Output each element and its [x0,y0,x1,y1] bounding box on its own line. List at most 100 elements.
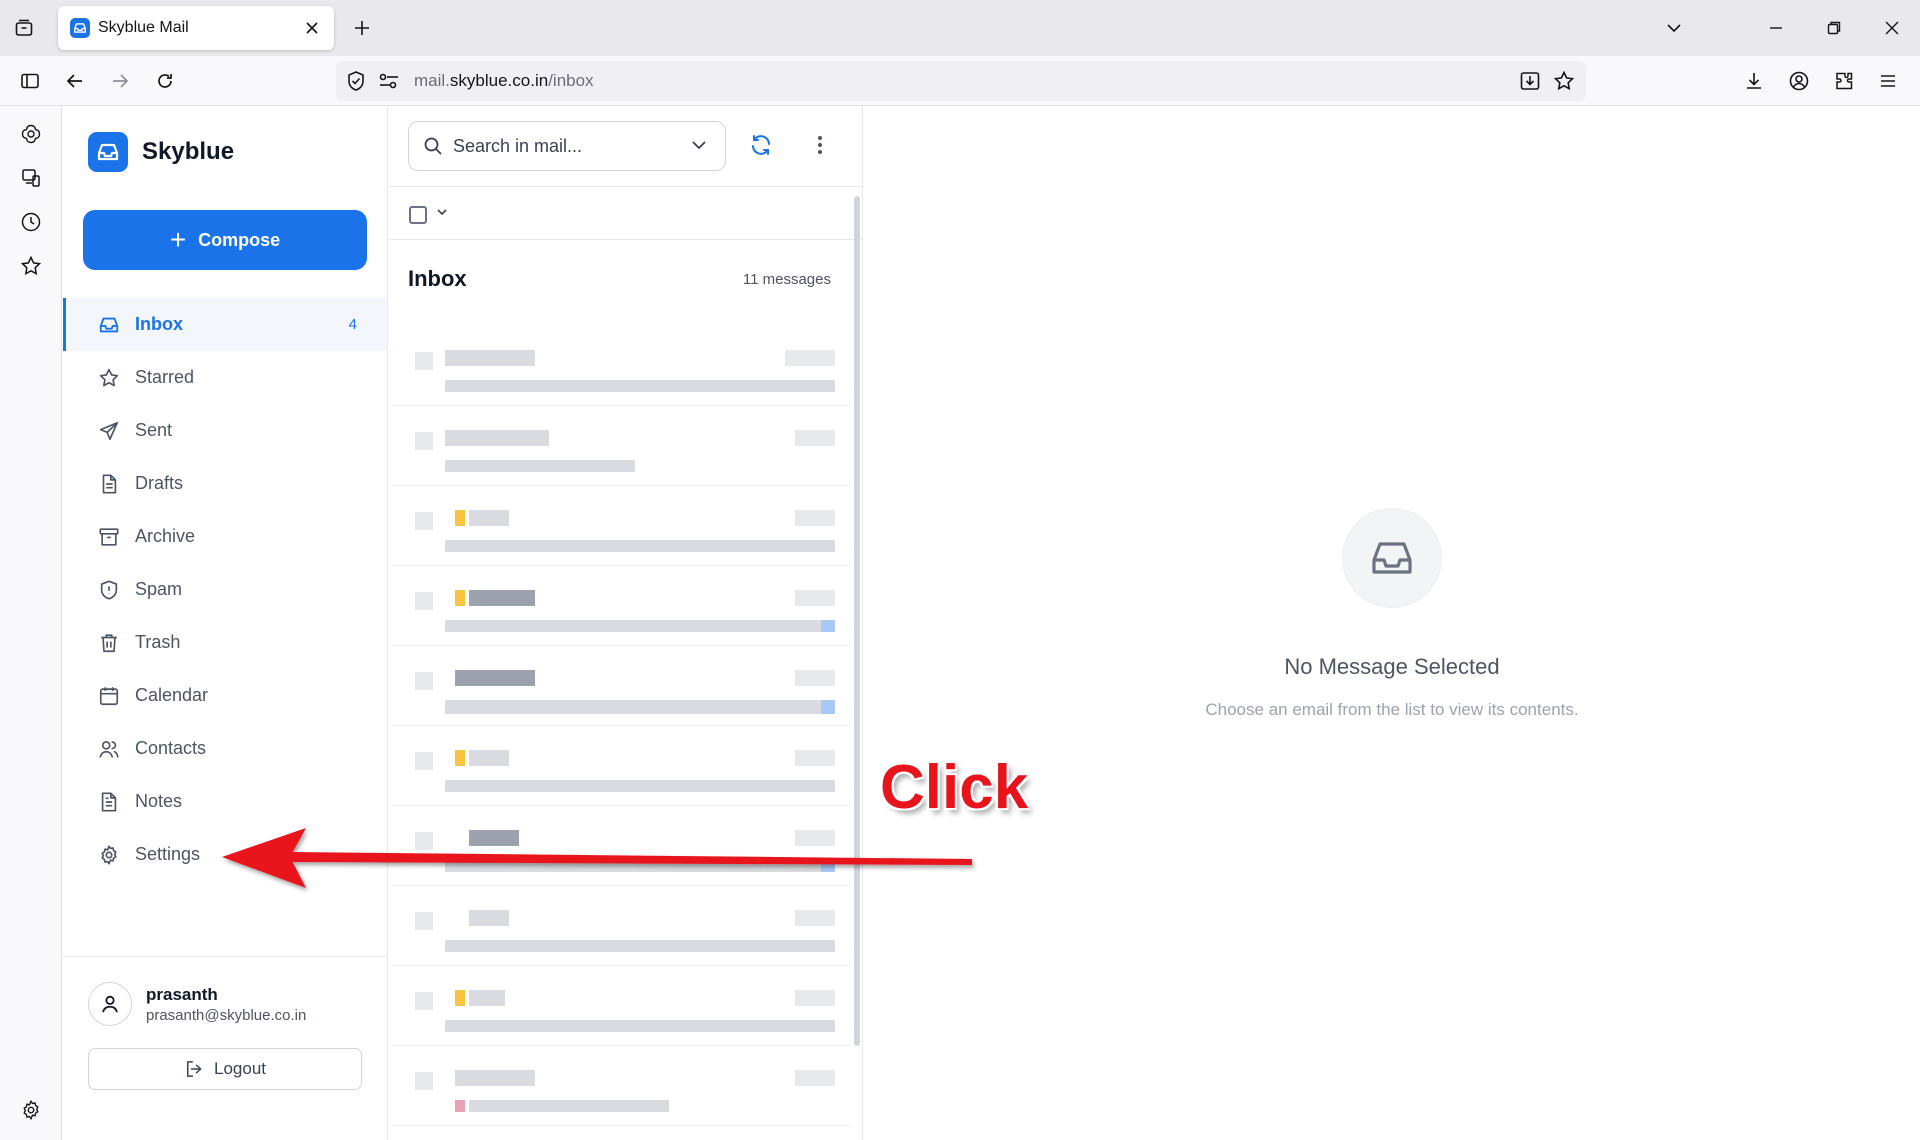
sidebar-item-label: Inbox [135,314,183,334]
avatar [88,982,132,1026]
sidebar-item-label: Calendar [135,685,209,705]
browser-nav-bar: mail.skyblue.co.in/inbox [0,56,1920,106]
empty-inbox-icon [1342,508,1442,608]
url-text[interactable]: mail.skyblue.co.in/inbox [414,71,594,91]
message-count: 11 messages [742,271,831,288]
search-options-chevron-icon[interactable] [689,135,709,155]
save-page-icon[interactable] [1519,70,1541,92]
bookmarks-star-icon[interactable] [17,252,45,280]
sidebar-item-inbox[interactable]: Inbox 4 [63,298,387,351]
draft-icon [97,472,121,496]
sidebar-item-sent[interactable]: Sent [63,404,387,457]
sidebar-item-label: Drafts [135,473,184,493]
send-icon [97,419,121,443]
history-clock-icon[interactable] [17,208,45,236]
gear-icon [97,843,121,867]
ai-chatbot-icon[interactable] [17,120,45,148]
app-sidebar: Skyblue + Compose Inbox 4 Starred Sent D… [63,106,388,1140]
tab-favicon-icon [70,18,90,38]
search-input[interactable] [453,135,673,157]
forward-icon[interactable] [106,67,134,95]
search-box[interactable] [408,121,726,171]
divider [63,956,387,957]
sidebar-item-contacts[interactable]: Contacts [63,722,387,775]
sidebar-item-label: Starred [135,367,195,387]
customize-sidebar-gear-icon[interactable] [17,1096,45,1124]
plus-icon: + [169,224,187,255]
account-icon[interactable] [1785,67,1813,95]
select-options-chevron-icon[interactable] [435,205,449,219]
minimize-icon[interactable] [1762,14,1790,42]
list-item[interactable] [389,566,851,646]
menu-icon[interactable] [1874,67,1902,95]
tab-title: Skyblue Mail [98,19,189,36]
folder-nav: Inbox 4 Starred Sent Drafts Archive Spam… [63,298,387,881]
bookmark-star-icon[interactable] [1553,70,1575,92]
sidebar-toggle-icon[interactable] [16,67,44,95]
compose-label: Compose [198,229,281,250]
reload-icon[interactable] [151,67,179,95]
compose-button[interactable]: + Compose [83,210,367,270]
back-icon[interactable] [61,67,89,95]
logout-button[interactable]: Logout [88,1048,362,1090]
list-item[interactable] [389,486,851,566]
user-email: prasanth@skyblue.co.in [146,1006,307,1024]
list-item[interactable] [389,406,851,486]
list-item[interactable] [389,966,851,1046]
empty-state-title: No Message Selected [1284,654,1500,679]
sidebar-item-label: Contacts [135,738,207,758]
empty-state-subtitle: Choose an email from the list to view it… [1205,700,1579,719]
browser-tab[interactable]: Skyblue Mail [58,6,334,50]
brand-name: Skyblue [142,138,235,165]
sidebar-item-label: Trash [135,632,181,652]
more-options-icon[interactable] [805,130,835,160]
sidebar-item-starred[interactable]: Starred [63,351,387,404]
site-permissions-icon[interactable] [378,71,400,91]
user-profile[interactable]: prasanth prasanth@skyblue.co.in [88,982,306,1026]
select-all-checkbox[interactable] [409,206,427,224]
brand[interactable]: Skyblue [88,132,234,172]
sidebar-item-trash[interactable]: Trash [63,616,387,669]
search-icon [423,136,443,156]
sidebar-item-label: Spam [135,579,183,599]
sidebar-item-archive[interactable]: Archive [63,510,387,563]
logout-label: Logout [214,1059,266,1078]
inbox-icon [97,313,121,337]
close-window-icon[interactable] [1878,14,1906,42]
extensions-icon[interactable] [1830,67,1858,95]
synced-tabs-icon[interactable] [17,164,45,192]
brand-logo-icon [88,132,128,172]
url-bar[interactable]: mail.skyblue.co.in/inbox [336,61,1586,101]
sidebar-item-label: Archive [135,526,196,546]
logout-icon [184,1059,204,1079]
refresh-icon[interactable] [746,130,776,160]
user-name: prasanth [146,984,218,1004]
annotation-arrow [222,828,972,888]
shield-icon [97,578,121,602]
sidebar-item-drafts[interactable]: Drafts [63,457,387,510]
tab-close-icon[interactable] [302,18,322,38]
restore-icon[interactable] [1820,14,1848,42]
reading-pane: No Message Selected Choose an email from… [864,106,1920,1140]
tab-list-icon[interactable] [10,14,38,42]
list-item[interactable] [389,1046,851,1126]
sidebar-item-spam[interactable]: Spam [63,563,387,616]
downloads-icon[interactable] [1740,67,1768,95]
list-item[interactable] [389,646,851,726]
tab-overflow-chevron-icon[interactable] [1660,14,1688,42]
message-rows [389,326,851,1126]
list-item[interactable] [389,326,851,406]
contacts-icon [97,737,121,761]
list-item[interactable] [389,726,851,806]
star-icon [97,366,121,390]
sidebar-item-calendar[interactable]: Calendar [63,669,387,722]
tracking-shield-icon[interactable] [345,70,367,92]
archive-icon [97,525,121,549]
list-scrollbar[interactable] [854,196,860,1046]
annotation-label: Click [880,753,1029,822]
list-title: Inbox [408,266,467,291]
new-tab-icon[interactable] [348,14,376,42]
sidebar-item-label: Notes [135,791,183,811]
unread-count-badge: 4 [348,316,357,333]
sidebar-item-label: Settings [135,844,201,864]
